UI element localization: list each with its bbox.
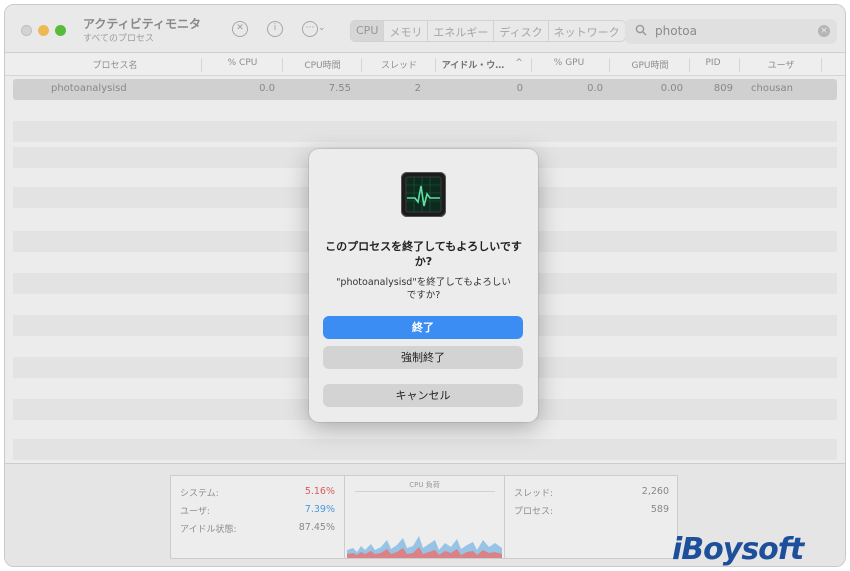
quit-process-dialog: このプロセスを終了してもよろしいですか? "photoanalysisd"を終了… bbox=[309, 149, 538, 422]
activity-monitor-app-icon bbox=[401, 172, 446, 217]
force-quit-button[interactable]: 強制終了 bbox=[323, 346, 523, 369]
quit-button[interactable]: 終了 bbox=[323, 316, 523, 339]
dialog-title: このプロセスを終了してもよろしいですか? bbox=[325, 240, 522, 268]
watermark-logo: iBoysoft bbox=[672, 532, 804, 567]
cancel-button[interactable]: キャンセル bbox=[323, 384, 523, 407]
dialog-message: "photoanalysisd"を終了してもよろしいですか? bbox=[336, 277, 511, 301]
